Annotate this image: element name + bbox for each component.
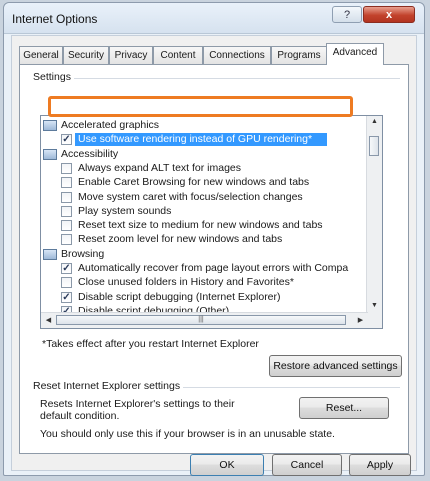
- tab-label: Programs: [277, 50, 321, 61]
- scroll-up-icon[interactable]: ▲: [367, 118, 382, 125]
- setting-label: Move system caret with focus/selection c…: [78, 190, 303, 203]
- window-title: Internet Options: [12, 12, 98, 26]
- scroll-right-icon[interactable]: ▶: [353, 316, 368, 324]
- apply-button[interactable]: Apply: [349, 454, 411, 476]
- checkbox[interactable]: [61, 177, 72, 189]
- scroll-left-icon[interactable]: ◀: [41, 316, 56, 324]
- setting-label: Reset zoom level for new windows and tab…: [78, 233, 283, 246]
- tab-advanced[interactable]: Advanced: [326, 43, 384, 65]
- setting-label: Enable Caret Browsing for new windows an…: [78, 176, 310, 189]
- setting-label: Always expand ALT text for images: [78, 161, 242, 174]
- checkbox-checked[interactable]: ✓: [61, 134, 72, 146]
- checkbox[interactable]: [61, 234, 72, 246]
- scroll-down-icon[interactable]: ▼: [367, 302, 382, 309]
- highlight-outline: [48, 96, 353, 117]
- checkbox[interactable]: [61, 191, 72, 203]
- checkbox-checked[interactable]: ✓: [61, 291, 72, 303]
- help-icon: ?: [343, 8, 351, 21]
- tab-security[interactable]: Security: [63, 46, 109, 64]
- setting-label: Play system sounds: [78, 204, 172, 217]
- reset-description: Resets Internet Explorer's settings to t…: [40, 398, 235, 422]
- ok-button[interactable]: OK: [190, 454, 264, 476]
- tab-connections[interactable]: Connections: [203, 46, 271, 64]
- checkbox[interactable]: [61, 162, 72, 174]
- checkbox[interactable]: [61, 220, 72, 232]
- restart-footnote: *Takes effect after you restart Internet…: [42, 338, 259, 350]
- category-label: Accelerated graphics: [61, 119, 160, 131]
- restore-advanced-settings-button[interactable]: Restore advanced settings: [269, 355, 402, 377]
- category-icon: [43, 248, 57, 260]
- setting-label: Disable script debugging (Internet Explo…: [78, 290, 281, 303]
- setting-label: Automatically recover from page layout e…: [78, 262, 349, 274]
- category-label: Accessibility: [61, 147, 119, 160]
- internet-options-window: Internet Options ? x General Security Pr…: [3, 2, 425, 476]
- close-icon: x: [385, 8, 393, 21]
- tab-privacy[interactable]: Privacy: [109, 46, 153, 64]
- accessibility-icon: [43, 148, 57, 160]
- reset-button[interactable]: Reset...: [299, 397, 389, 419]
- tab-content[interactable]: Content: [153, 46, 203, 64]
- category-label: Browsing: [61, 247, 105, 260]
- tab-general[interactable]: General: [19, 46, 63, 64]
- tab-label: Security: [67, 50, 105, 61]
- advanced-tab-panel: Settings Accelerated graphics ✓ Use softwa…: [19, 64, 409, 454]
- tab-label: General: [23, 50, 59, 61]
- scrollbar-corner: [367, 313, 382, 328]
- tab-label: Content: [160, 50, 196, 61]
- vertical-scroll-thumb[interactable]: [369, 136, 379, 156]
- checkbox[interactable]: [61, 277, 72, 289]
- setting-label: Reset text size to medium for new window…: [78, 219, 323, 232]
- horizontal-scroll-thumb[interactable]: |||: [56, 315, 346, 325]
- horizontal-scrollbar[interactable]: ◀ ||| ▶: [41, 312, 368, 328]
- reset-warning: You should only use this if your browser…: [40, 428, 335, 440]
- setting-label: Use software rendering instead of GPU re…: [78, 133, 313, 146]
- checkbox[interactable]: [61, 205, 72, 217]
- tab-label: Advanced: [332, 47, 378, 58]
- settings-divider: [30, 78, 400, 79]
- title-bar[interactable]: Internet Options ? x: [4, 3, 424, 34]
- settings-label: Settings: [30, 71, 74, 83]
- setting-label: Close unused folders in History and Favo…: [78, 276, 294, 289]
- checkbox-checked[interactable]: ✓: [61, 263, 72, 274]
- tab-label: Privacy: [114, 50, 148, 61]
- tab-label: Connections: [209, 50, 265, 61]
- cancel-button[interactable]: Cancel: [272, 454, 342, 476]
- tab-programs[interactable]: Programs: [271, 46, 327, 64]
- reset-section-label: Reset Internet Explorer settings: [30, 380, 184, 392]
- help-button[interactable]: ?: [332, 6, 362, 23]
- settings-list[interactable]: Accelerated graphics ✓ Use software render…: [40, 115, 383, 329]
- vertical-scrollbar[interactable]: ▲ ▼: [366, 116, 382, 314]
- category-icon: [43, 120, 57, 131]
- close-button[interactable]: x: [363, 6, 415, 23]
